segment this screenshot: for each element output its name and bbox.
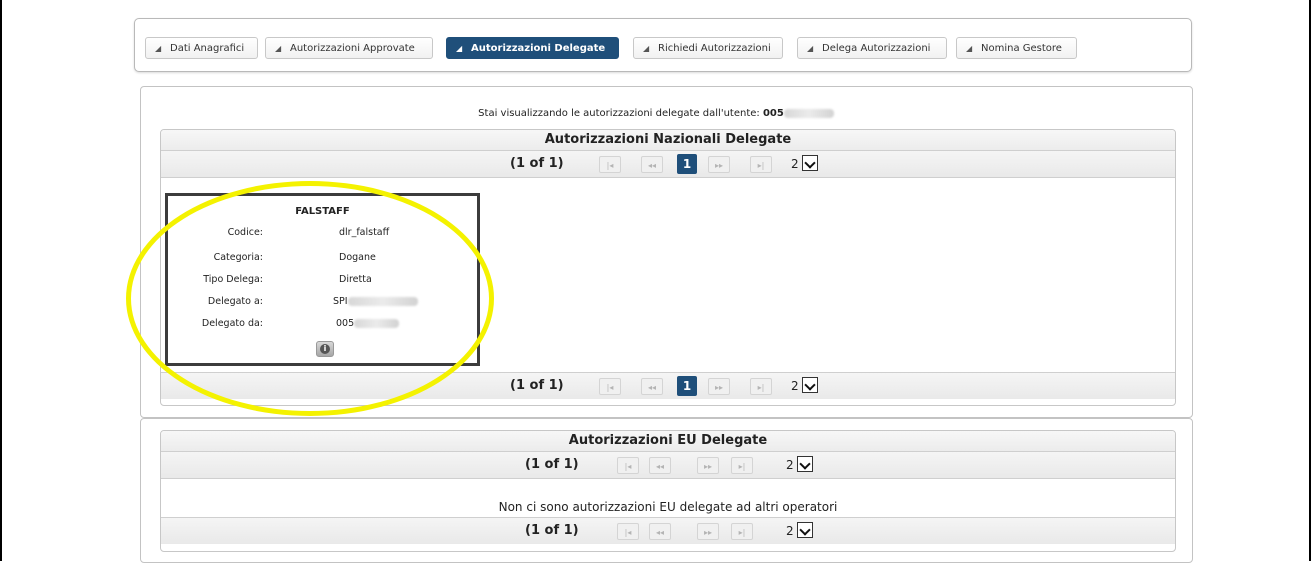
page-number[interactable]: 1 (677, 376, 697, 396)
tab-label: Delega Autorizzazioni (822, 43, 931, 54)
intro-line: Stai visualizzando le autorizzazioni del… (0, 108, 1312, 119)
tab-delega-autorizzazioni[interactable]: ◢ Delega Autorizzazioni (797, 37, 947, 59)
tab-dati-anagrafici[interactable]: ◢ Dati Anagrafici (145, 37, 258, 59)
right-border (1309, 0, 1311, 561)
last-page-icon[interactable]: ▸| (750, 156, 772, 173)
tab-autorizzazioni-delegate[interactable]: ◢ Autorizzazioni Delegate (446, 37, 619, 59)
first-page-icon[interactable]: |◂ (599, 156, 621, 173)
chevron-down-icon (802, 377, 818, 393)
triangle-icon: ◢ (275, 44, 282, 53)
page-number[interactable]: 1 (677, 154, 697, 174)
next-page-icon[interactable]: ▸▸ (708, 378, 730, 395)
empty-message: Non ci sono autorizzazioni EU delegate a… (498, 500, 838, 514)
triangle-icon: ◢ (155, 44, 162, 53)
triangle-icon: ◢ (966, 44, 973, 53)
tab-label: Nomina Gestore (981, 43, 1062, 54)
prev-page-icon[interactable]: ◂◂ (641, 156, 663, 173)
highlight-ellipse (126, 181, 494, 416)
triangle-icon: ◢ (807, 44, 814, 53)
eu-pager-top: (1 of 1) |◂ ◂◂ ▸▸ ▸| 2 (161, 451, 1175, 479)
first-page-icon[interactable]: |◂ (599, 378, 621, 395)
tab-autorizzazioni-approvate[interactable]: ◢ Autorizzazioni Approvate (265, 37, 433, 59)
triangle-icon: ◢ (643, 44, 650, 53)
page-count: (1 of 1) (525, 523, 579, 538)
next-page-icon[interactable]: ▸▸ (697, 523, 719, 540)
tab-label: Richiedi Autorizzazioni (658, 43, 771, 54)
chevron-down-icon (802, 155, 818, 171)
last-page-icon[interactable]: ▸| (731, 457, 753, 474)
triangle-icon: ◢ (456, 44, 463, 53)
tab-label: Autorizzazioni Delegate (471, 43, 606, 54)
tab-label: Dati Anagrafici (170, 43, 245, 54)
eu-panel: Autorizzazioni EU Delegate (1 of 1) |◂ ◂… (160, 430, 1176, 552)
page-count: (1 of 1) (510, 156, 564, 171)
page-count: (1 of 1) (510, 378, 564, 393)
intro-user: 005 (762, 108, 784, 119)
rows-value: 2 (791, 379, 799, 393)
prev-page-icon[interactable]: ◂◂ (649, 457, 671, 474)
chevron-down-icon (797, 456, 813, 472)
intro-text: Stai visualizzando le autorizzazioni del… (478, 108, 760, 119)
next-page-icon[interactable]: ▸▸ (697, 457, 719, 474)
last-page-icon[interactable]: ▸| (750, 378, 772, 395)
first-page-icon[interactable]: |◂ (617, 457, 639, 474)
prev-page-icon[interactable]: ◂◂ (641, 378, 663, 395)
prev-page-icon[interactable]: ◂◂ (649, 523, 671, 540)
chevron-down-icon (797, 522, 813, 538)
next-page-icon[interactable]: ▸▸ (708, 156, 730, 173)
first-page-icon[interactable]: |◂ (617, 523, 639, 540)
eu-title: Autorizzazioni EU Delegate (161, 431, 1175, 452)
last-page-icon[interactable]: ▸| (731, 523, 753, 540)
eu-pager-bottom: (1 of 1) |◂ ◂◂ ▸▸ ▸| 2 (161, 517, 1175, 544)
tab-bar: ◢ Dati Anagrafici ◢ Autorizzazioni Appro… (134, 18, 1192, 72)
tab-nomina-gestore[interactable]: ◢ Nomina Gestore (956, 37, 1077, 59)
rows-value: 2 (786, 458, 794, 472)
tab-richiedi-autorizzazioni[interactable]: ◢ Richiedi Autorizzazioni (633, 37, 783, 59)
page-count: (1 of 1) (525, 457, 579, 472)
national-pager-top: (1 of 1) |◂ ◂◂ 1 ▸▸ ▸| 2 (161, 150, 1175, 178)
left-border (0, 0, 2, 561)
redacted-value (783, 108, 834, 118)
rows-value: 2 (786, 524, 794, 538)
tab-label: Autorizzazioni Approvate (290, 43, 415, 54)
rows-value: 2 (791, 157, 799, 171)
national-title: Autorizzazioni Nazionali Delegate (161, 130, 1175, 151)
